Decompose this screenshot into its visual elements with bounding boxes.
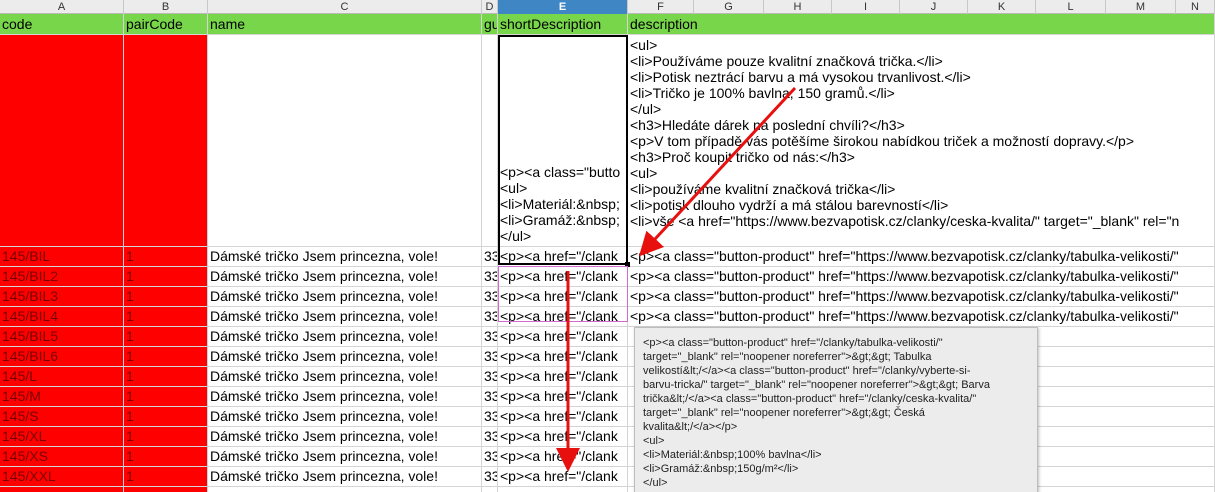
cell-name-row1[interactable]	[208, 35, 482, 247]
column-letter-I[interactable]: I	[832, 0, 900, 14]
column-letter-K[interactable]: K	[968, 0, 1036, 14]
cell-pair[interactable]: 1	[124, 347, 208, 367]
cell-guid[interactable]: 33e50	[482, 267, 498, 287]
column-header-bar: ABCDEFGHIJKLMN	[0, 0, 1215, 14]
cell-guid[interactable]: 33e50	[482, 307, 498, 327]
cell-name[interactable]: Dámské tričko Jsem princezna, vole!	[208, 447, 482, 467]
cell-guid[interactable]: 33e50	[482, 447, 498, 467]
cell-shortdesc[interactable]: <p><a href="/clank	[498, 467, 628, 487]
cell-code[interactable]: 145/M	[0, 387, 124, 407]
cell-pair[interactable]: 1	[124, 307, 208, 327]
cell-guid[interactable]: 33e50	[482, 247, 498, 267]
cell-code-row1[interactable]	[0, 35, 124, 247]
cell-name[interactable]: Dámské tričko Jsem princezna, vole!	[208, 347, 482, 367]
cell-code-partial[interactable]	[0, 487, 124, 492]
column-letter-E[interactable]: E	[498, 0, 628, 14]
cell-code[interactable]: 145/BIL6	[0, 347, 124, 367]
column-letter-A[interactable]: A	[0, 0, 124, 14]
cell-pair-row1[interactable]	[124, 35, 208, 247]
header-description[interactable]: description	[628, 14, 1215, 35]
cell-code[interactable]: 145/S	[0, 407, 124, 427]
cell-pair[interactable]: 1	[124, 447, 208, 467]
cell-comment-tooltip: <p><a class="button-product" href="/clan…	[634, 327, 1038, 492]
cell-code[interactable]: 145/BIL5	[0, 327, 124, 347]
cell-pair[interactable]: 1	[124, 427, 208, 447]
cell-name[interactable]: Dámské tričko Jsem princezna, vole!	[208, 247, 482, 267]
header-name[interactable]: name	[208, 14, 482, 35]
column-letter-G[interactable]: G	[694, 0, 764, 14]
cell-description[interactable]: <p><a class="button-product" href="https…	[628, 307, 1215, 327]
cell-shortdesc-partial[interactable]	[498, 487, 628, 492]
column-letter-H[interactable]: H	[764, 0, 832, 14]
cell-code[interactable]: 145/BIL2	[0, 267, 124, 287]
cell-name[interactable]: Dámské tričko Jsem princezna, vole!	[208, 327, 482, 347]
column-letter-N[interactable]: N	[1176, 0, 1215, 14]
cell-description[interactable]: <p><a class="button-product" href="https…	[628, 247, 1215, 267]
column-letter-L[interactable]: L	[1036, 0, 1106, 14]
cell-code[interactable]: 145/XS	[0, 447, 124, 467]
cell-shortdesc[interactable]: <p><a href="/clank	[498, 407, 628, 427]
header-pairCode[interactable]: pairCode	[124, 14, 208, 35]
cell-code[interactable]: 145/BIL3	[0, 287, 124, 307]
column-letter-F[interactable]: F	[628, 0, 694, 14]
cell-shortdesc[interactable]: <p><a href="/clank	[498, 387, 628, 407]
column-letter-C[interactable]: C	[208, 0, 482, 14]
cell-shortdesc[interactable]: <p><a href="/clank	[498, 427, 628, 447]
column-letter-D[interactable]: D	[482, 0, 498, 14]
cell-code[interactable]: 145/L	[0, 367, 124, 387]
column-letter-J[interactable]: J	[900, 0, 968, 14]
cell-code[interactable]: 145/XL	[0, 427, 124, 447]
cell-pair[interactable]: 1	[124, 247, 208, 267]
cell-shortdesc[interactable]: <p><a href="/clank	[498, 247, 628, 267]
cell-guid-partial[interactable]	[482, 487, 498, 492]
cell-guid[interactable]: 33e50	[482, 407, 498, 427]
cell-pair[interactable]: 1	[124, 407, 208, 427]
cell-shortdesc[interactable]: <p><a href="/clank	[498, 307, 628, 327]
cell-shortdesc[interactable]: <p><a href="/clank	[498, 367, 628, 387]
column-letter-B[interactable]: B	[124, 0, 208, 14]
cell-name[interactable]: Dámské tričko Jsem princezna, vole!	[208, 307, 482, 327]
cell-pair[interactable]: 1	[124, 287, 208, 307]
cell-guid[interactable]: 33e50	[482, 287, 498, 307]
cell-shortdesc-row1[interactable]: <p><a class="butto <ul> <li>Materiál:&nb…	[498, 35, 628, 247]
cell-pair-partial[interactable]	[124, 487, 208, 492]
cell-description[interactable]: <p><a class="button-product" href="https…	[628, 287, 1215, 307]
cell-guid[interactable]: 33e50	[482, 327, 498, 347]
cell-name[interactable]: Dámské tričko Jsem princezna, vole!	[208, 287, 482, 307]
cell-shortdesc[interactable]: <p><a href="/clank	[498, 447, 628, 467]
cell-description[interactable]: <p><a class="button-product" href="https…	[628, 267, 1215, 287]
cell-shortdesc[interactable]: <p><a href="/clank	[498, 327, 628, 347]
cell-name[interactable]: Dámské tričko Jsem princezna, vole!	[208, 267, 482, 287]
cell-guid[interactable]: 33e50	[482, 387, 498, 407]
cell-name[interactable]: Dámské tričko Jsem princezna, vole!	[208, 407, 482, 427]
cell-description-row1[interactable]: <ul> <li>Používáme pouze kvalitní značko…	[628, 35, 1215, 247]
cell-code[interactable]: 145/BIL	[0, 247, 124, 267]
header-guid[interactable]: guid	[482, 14, 498, 35]
cell-shortdesc[interactable]: <p><a href="/clank	[498, 267, 628, 287]
cell-name[interactable]: Dámské tričko Jsem princezna, vole!	[208, 467, 482, 487]
column-letter-M[interactable]: M	[1106, 0, 1176, 14]
cell-pair[interactable]: 1	[124, 467, 208, 487]
cell-name[interactable]: Dámské tričko Jsem princezna, vole!	[208, 387, 482, 407]
cell-pair[interactable]: 1	[124, 367, 208, 387]
fill-handle[interactable]	[625, 262, 630, 267]
cell-pair[interactable]: 1	[124, 387, 208, 407]
cell-code[interactable]: 145/BIL4	[0, 307, 124, 327]
cell-shortdesc[interactable]: <p><a href="/clank	[498, 287, 628, 307]
cell-shortdesc[interactable]: <p><a href="/clank	[498, 347, 628, 367]
cell-guid-row1[interactable]	[482, 35, 498, 247]
cell-pair[interactable]: 1	[124, 267, 208, 287]
cell-guid[interactable]: 33e50	[482, 427, 498, 447]
cell-name-partial[interactable]	[208, 487, 482, 492]
cell-guid[interactable]: 33e50	[482, 347, 498, 367]
cell-pair[interactable]: 1	[124, 327, 208, 347]
cell-name[interactable]: Dámské tričko Jsem princezna, vole!	[208, 427, 482, 447]
cell-guid[interactable]: 33e50	[482, 467, 498, 487]
header-code[interactable]: code	[0, 14, 124, 35]
cell-code[interactable]: 145/XXL	[0, 467, 124, 487]
cell-name[interactable]: Dámské tričko Jsem princezna, vole!	[208, 367, 482, 387]
cell-guid[interactable]: 33e50	[482, 367, 498, 387]
header-shortDescription[interactable]: shortDescription	[498, 14, 628, 35]
